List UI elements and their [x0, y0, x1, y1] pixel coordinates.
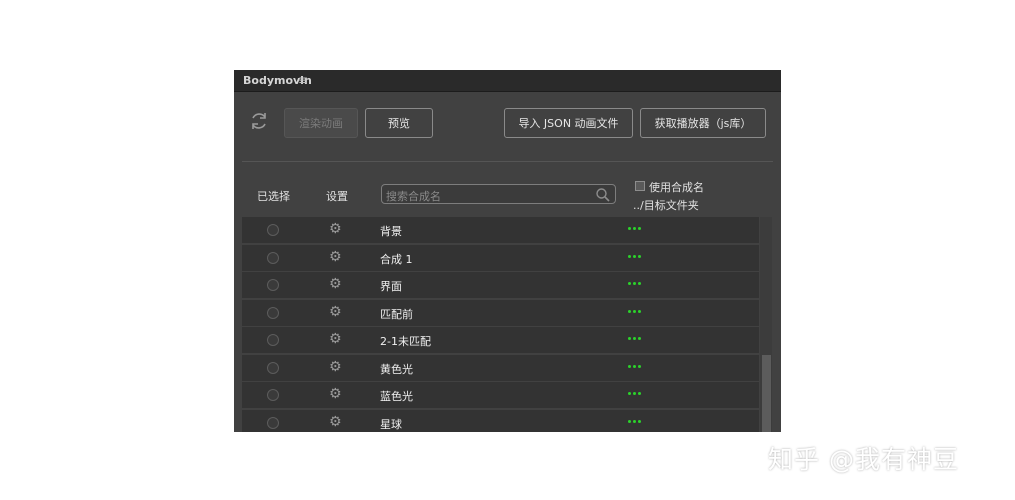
dest-folder-more-icon[interactable]	[628, 419, 641, 423]
composition-name: 蓝色光	[380, 390, 413, 403]
list-scrollbar-thumb[interactable]	[762, 355, 771, 432]
select-radio[interactable]	[267, 306, 279, 319]
use-comp-name-label: 使用合成名	[649, 181, 704, 194]
search-icon	[596, 188, 610, 202]
refresh-icon[interactable]	[248, 110, 270, 132]
gear-icon[interactable]: ⚙	[329, 332, 343, 346]
use-comp-name-checkbox[interactable]	[635, 181, 645, 191]
composition-name: 匹配前	[380, 307, 413, 321]
gear-icon[interactable]: ⚙	[329, 305, 343, 319]
composition-name: 黄色光	[380, 362, 413, 376]
composition-row[interactable]: ⚙ 2-1未匹配	[242, 327, 759, 353]
dest-folder-more-icon[interactable]	[628, 227, 641, 230]
bodymovin-panel: Bodymovin ≡ 渲染动画 预览 导入 JSON 动画文件 获取播放器（j…	[234, 70, 781, 432]
composition-row[interactable]: ⚙ 背景	[242, 217, 759, 243]
select-radio[interactable]	[267, 361, 279, 374]
dest-folder-more-icon[interactable]	[628, 254, 641, 258]
toolbar-divider	[242, 161, 773, 162]
select-radio[interactable]	[267, 279, 279, 291]
select-radio[interactable]	[267, 389, 279, 401]
composition-name: 2-1未匹配	[380, 335, 431, 348]
dest-folder-label: ../目标文件夹	[633, 199, 699, 212]
composition-row[interactable]: ⚙ 黄色光	[242, 354, 759, 381]
composition-list: ⚙ 背景 ⚙ 合成 1 ⚙ 界面 ⚙ 匹配前 ⚙ 2-1未匹配 ⚙ 黄色光 ⚙ 蓝色光 ⚙ 星球	[242, 217, 759, 432]
watermark-text: 知乎 @我有神豆	[768, 445, 959, 474]
search-input[interactable]: 搜索合成名	[381, 184, 616, 204]
select-radio[interactable]	[267, 334, 279, 346]
composition-row[interactable]: ⚙ 蓝色光	[242, 382, 759, 408]
select-radio[interactable]	[267, 416, 279, 429]
gear-icon[interactable]: ⚙	[329, 250, 343, 264]
composition-name: 背景	[380, 225, 402, 238]
dest-folder-more-icon[interactable]	[628, 392, 641, 395]
composition-name: 星球	[380, 417, 402, 431]
col-selected-header: 已选择	[257, 190, 290, 203]
col-settings-header: 设置	[326, 190, 348, 203]
composition-name: 界面	[380, 280, 402, 293]
dest-folder-more-icon[interactable]	[628, 282, 641, 285]
composition-row[interactable]: ⚙ 界面	[242, 272, 759, 298]
dest-folder-more-icon[interactable]	[628, 337, 641, 340]
preview-button[interactable]: 预览	[365, 108, 433, 138]
panel-titlebar: Bodymovin ≡	[234, 70, 781, 92]
select-radio[interactable]	[267, 251, 279, 264]
gear-icon[interactable]: ⚙	[329, 277, 343, 291]
gear-icon[interactable]: ⚙	[329, 387, 343, 401]
composition-row[interactable]: ⚙ 匹配前	[242, 299, 759, 326]
dest-folder-more-icon[interactable]	[628, 309, 641, 313]
gear-icon[interactable]: ⚙	[329, 415, 343, 429]
gear-icon[interactable]: ⚙	[329, 222, 343, 236]
composition-name: 合成 1	[380, 252, 413, 266]
panel-menu-icon[interactable]: ≡	[298, 73, 308, 87]
gear-icon[interactable]: ⚙	[329, 360, 343, 374]
dest-folder-more-icon[interactable]	[628, 364, 641, 368]
select-radio[interactable]	[267, 224, 279, 236]
get-player-button[interactable]: 获取播放器（js库）	[640, 108, 766, 138]
import-json-button[interactable]: 导入 JSON 动画文件	[504, 108, 633, 138]
search-placeholder: 搜索合成名	[386, 190, 441, 203]
render-button[interactable]: 渲染动画	[284, 108, 358, 138]
composition-row[interactable]: ⚙ 星球	[242, 409, 759, 432]
composition-row[interactable]: ⚙ 合成 1	[242, 244, 759, 271]
